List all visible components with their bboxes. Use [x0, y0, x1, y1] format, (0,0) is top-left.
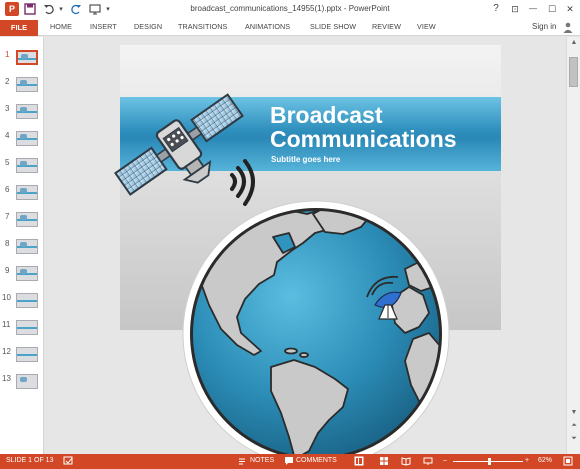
slide-preview	[16, 347, 38, 362]
tab-review[interactable]: REVIEW	[372, 22, 401, 31]
slide-number: 5	[5, 158, 10, 167]
zoom-slider-thumb[interactable]	[488, 458, 491, 465]
normal-view-icon[interactable]	[354, 456, 364, 466]
zoom-in-button[interactable]: +	[525, 457, 529, 464]
tab-view[interactable]: VIEW	[417, 22, 436, 31]
tab-animations[interactable]: ANIMATIONS	[245, 22, 290, 31]
notes-icon[interactable]	[237, 456, 247, 466]
zoom-out-button[interactable]: –	[443, 457, 447, 464]
slide-thumbnail-pane: 1 2 3 4 5 6 7 8 9 10 11 12 13	[0, 37, 44, 454]
customize-toolbar-icon[interactable]: ▾	[104, 2, 112, 16]
slide-thumbnail-10[interactable]: 10	[0, 292, 44, 312]
previous-slide-icon[interactable]: ⏶	[567, 420, 580, 432]
scroll-down-icon[interactable]: ▼	[567, 407, 580, 419]
slide-thumbnail-13[interactable]: 13	[0, 373, 44, 393]
slide-thumbnail-5[interactable]: 5	[0, 157, 44, 177]
spelling-check-icon[interactable]	[63, 456, 73, 466]
tab-insert[interactable]: INSERT	[90, 22, 117, 31]
slide-preview	[16, 293, 38, 308]
slide-preview	[16, 50, 38, 65]
slide-number: 10	[2, 293, 11, 302]
slide-preview	[16, 374, 38, 389]
slide-show-view-icon[interactable]	[423, 456, 433, 466]
slide-artwork	[114, 93, 450, 454]
powerpoint-logo-icon: P	[5, 2, 19, 16]
comments-button[interactable]: COMMENTS	[296, 457, 337, 464]
maximize-button[interactable]: ☐	[543, 1, 561, 17]
tab-slide-show[interactable]: SLIDE SHOW	[310, 22, 356, 31]
slide-preview	[16, 158, 38, 173]
slide-preview	[16, 104, 38, 119]
satellite-icon	[114, 93, 244, 196]
slide-number: 6	[5, 185, 10, 194]
slide-number: 1	[5, 50, 10, 59]
slide-number: 4	[5, 131, 10, 140]
slide-number: 2	[5, 77, 10, 86]
fit-slide-to-window-icon[interactable]	[563, 456, 573, 466]
sign-in-link[interactable]: Sign in	[532, 22, 556, 31]
slide-preview	[16, 239, 38, 254]
slide-preview	[16, 320, 38, 335]
help-button[interactable]: ?	[487, 1, 505, 17]
close-button[interactable]: ✕	[561, 1, 579, 17]
status-bar: SLIDE 1 OF 13 NOTES COMMENTS – + 62%	[0, 454, 580, 469]
slide-preview	[16, 266, 38, 281]
slide-indicator: SLIDE 1 OF 13	[6, 457, 54, 464]
slide-thumbnail-1[interactable]: 1	[0, 49, 44, 69]
signal-waves-icon	[230, 159, 255, 206]
slide-thumbnail-11[interactable]: 11	[0, 319, 44, 339]
tab-transitions[interactable]: TRANSITIONS	[178, 22, 227, 31]
slide-number: 3	[5, 104, 10, 113]
ribbon-display-options-button[interactable]: ⊡	[506, 1, 524, 17]
slide-number: 12	[2, 347, 11, 356]
vertical-scrollbar[interactable]: ▲ ▼ ⏶ ⏷	[566, 37, 580, 454]
save-icon[interactable]	[24, 2, 36, 16]
slide-thumbnail-2[interactable]: 2	[0, 76, 44, 96]
undo-icon[interactable]	[43, 2, 55, 16]
ribbon-tabs: FILE HOME INSERT DESIGN TRANSITIONS ANIM…	[0, 20, 580, 36]
slide-sorter-view-icon[interactable]	[379, 456, 389, 466]
redo-icon[interactable]	[70, 2, 82, 16]
slide-thumbnail-3[interactable]: 3	[0, 103, 44, 123]
minimize-button[interactable]: —	[524, 1, 542, 17]
slide-thumbnail-9[interactable]: 9	[0, 265, 44, 285]
title-bar: P ▾ ▾ broadcast_communications_14955(1).…	[0, 0, 580, 20]
scrollbar-thumb[interactable]	[569, 57, 578, 87]
slide-preview	[16, 212, 38, 227]
slide-thumbnail-12[interactable]: 12	[0, 346, 44, 366]
slide-thumbnail-6[interactable]: 6	[0, 184, 44, 204]
start-from-beginning-icon[interactable]	[89, 2, 101, 16]
slide-preview	[16, 185, 38, 200]
document-title: broadcast_communications_14955(1).pptx -…	[190, 4, 390, 13]
slide-number: 9	[5, 266, 10, 275]
zoom-level[interactable]: 62%	[538, 457, 552, 464]
slide-number: 7	[5, 212, 10, 221]
slide-preview	[16, 131, 38, 146]
slide-thumbnail-7[interactable]: 7	[0, 211, 44, 231]
slide-number: 8	[5, 239, 10, 248]
slide-thumbnail-8[interactable]: 8	[0, 238, 44, 258]
tab-design[interactable]: DESIGN	[134, 22, 162, 31]
reading-view-icon[interactable]	[401, 456, 411, 466]
slide-thumbnail-4[interactable]: 4	[0, 130, 44, 150]
undo-dropdown-icon[interactable]: ▾	[57, 2, 65, 16]
powerpoint-window: P ▾ ▾ broadcast_communications_14955(1).…	[0, 0, 580, 469]
slide-editing-canvas[interactable]: Broadcast Communications Subtitle goes h…	[45, 37, 566, 454]
scroll-up-icon[interactable]: ▲	[567, 37, 580, 49]
notes-button[interactable]: NOTES	[250, 457, 274, 464]
next-slide-icon[interactable]: ⏷	[567, 433, 580, 445]
tab-home[interactable]: HOME	[50, 22, 72, 31]
slide-number: 11	[2, 320, 11, 329]
user-icon[interactable]	[563, 22, 573, 33]
slide-preview	[16, 77, 38, 92]
globe-icon	[182, 200, 450, 454]
slide-number: 13	[2, 374, 11, 383]
comments-icon[interactable]	[284, 456, 294, 466]
tab-file[interactable]: FILE	[0, 20, 38, 36]
